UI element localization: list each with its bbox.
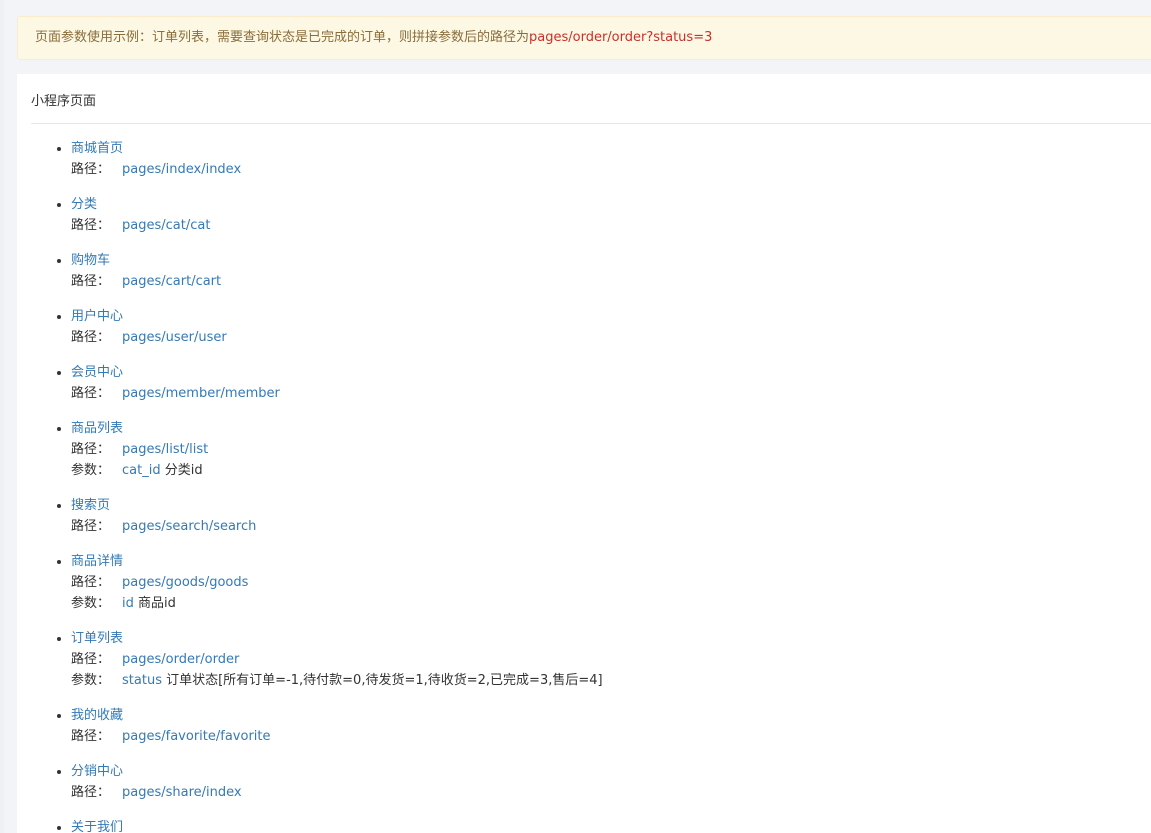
page-param-description: 商品id bbox=[138, 596, 176, 611]
page-param-row: 参数： status 订单状态[所有订单=-1,待付款=0,待发货=1,待收货=2… bbox=[71, 670, 603, 691]
page-path-row: 路径： pages/order/order bbox=[71, 649, 603, 670]
page: 页面参数使用示例：订单列表，需要查询状态是已完成的订单，则拼接参数后的路径为pa… bbox=[0, 0, 1151, 833]
page-path-value[interactable]: pages/favorite/favorite bbox=[122, 729, 270, 744]
page-path-row: 路径： pages/favorite/favorite bbox=[71, 726, 603, 747]
path-label: 路径： bbox=[71, 785, 111, 800]
page-path-value[interactable]: pages/search/search bbox=[122, 519, 256, 534]
path-label: 路径： bbox=[71, 330, 111, 345]
path-label: 路径： bbox=[71, 274, 111, 289]
page-path-value[interactable]: pages/order/order bbox=[122, 652, 239, 667]
page-param-description: 分类id bbox=[164, 463, 203, 478]
page-path-value[interactable]: pages/user/user bbox=[122, 330, 227, 345]
page-name-link[interactable]: 商品列表 bbox=[71, 418, 603, 439]
path-label: 路径： bbox=[71, 442, 111, 457]
page-path-row: 路径： pages/user/user bbox=[71, 327, 603, 348]
page-name-link[interactable]: 分类 bbox=[71, 194, 603, 215]
usage-notice: 页面参数使用示例：订单列表，需要查询状态是已完成的订单，则拼接参数后的路径为pa… bbox=[17, 16, 1151, 60]
page-param-description: 订单状态[所有订单=-1,待付款=0,待发货=1,待收货=2,已完成=3,售后=… bbox=[166, 673, 603, 688]
page-name-link[interactable]: 订单列表 bbox=[71, 628, 603, 649]
left-edge-strip bbox=[0, 0, 4, 833]
page-path-row: 路径： pages/search/search bbox=[71, 516, 603, 537]
page-list-item: 分类路径： pages/cat/cat bbox=[71, 194, 603, 236]
page-param-key[interactable]: id bbox=[122, 596, 134, 611]
panel-title: 小程序页面 bbox=[31, 94, 97, 109]
page-param-row: 参数： id 商品id bbox=[71, 593, 603, 614]
page-name-link[interactable]: 我的收藏 bbox=[71, 705, 603, 726]
pages-list: 商城首页路径：pages/index/index分类路径：pages/cat/c… bbox=[51, 138, 603, 833]
page-path-row: 路径： pages/cart/cart bbox=[71, 271, 603, 292]
page-path-value[interactable]: pages/index/index bbox=[122, 162, 241, 177]
page-path-value[interactable]: pages/goods/goods bbox=[122, 575, 248, 590]
panel-divider bbox=[31, 123, 1151, 124]
path-label: 路径： bbox=[71, 575, 111, 590]
page-list-item: 关于我们 bbox=[71, 817, 603, 833]
page-list-item: 商品列表路径： pages/list/list 参数： cat_id 分类id bbox=[71, 418, 603, 481]
page-path-value[interactable]: pages/share/index bbox=[122, 785, 242, 800]
page-param-key[interactable]: cat_id bbox=[122, 463, 161, 478]
path-label: 路径： bbox=[71, 652, 111, 667]
page-path-value[interactable]: pages/cart/cart bbox=[122, 274, 221, 289]
page-name-link[interactable]: 会员中心 bbox=[71, 362, 603, 383]
param-label: 参数： bbox=[71, 596, 111, 611]
path-label: 路径： bbox=[71, 729, 111, 744]
mini-program-pages-panel: 小程序页面 商城首页路径：pages/index/index分类路径：pages… bbox=[17, 74, 1151, 833]
page-list-item: 商品详情路径： pages/goods/goods 参数： id 商品id bbox=[71, 551, 603, 614]
path-label: 路径： bbox=[71, 162, 111, 177]
page-path-row: 路径： pages/index/index bbox=[71, 159, 603, 180]
page-path-row: 路径： pages/member/member bbox=[71, 383, 603, 404]
page-path-row: 路径： pages/list/list bbox=[71, 439, 603, 460]
page-path-value[interactable]: pages/list/list bbox=[122, 442, 208, 457]
page-list-item: 商城首页路径： pages/index/index bbox=[71, 138, 603, 180]
page-path-value[interactable]: pages/member/member bbox=[122, 386, 280, 401]
page-name-link[interactable]: 用户中心 bbox=[71, 306, 603, 327]
path-label: 路径： bbox=[71, 218, 111, 233]
page-list-item: 我的收藏路径： pages/favorite/favorite bbox=[71, 705, 603, 747]
page-name-link[interactable]: 购物车 bbox=[71, 250, 603, 271]
page-path-row: 路径： pages/cat/cat bbox=[71, 215, 603, 236]
page-name-link[interactable]: 关于我们 bbox=[71, 817, 603, 833]
page-path-value[interactable]: pages/cat/cat bbox=[122, 218, 210, 233]
page-list-item: 会员中心路径： pages/member/member bbox=[71, 362, 603, 404]
notice-example-path: pages/order/order?status=3 bbox=[529, 30, 713, 45]
page-list-item: 购物车路径： pages/cart/cart bbox=[71, 250, 603, 292]
path-label: 路径： bbox=[71, 519, 111, 534]
page-list-item: 搜索页路径： pages/search/search bbox=[71, 495, 603, 537]
page-list-item: 订单列表路径： pages/order/order 参数： status 订单状态[所… bbox=[71, 628, 603, 691]
notice-text: 页面参数使用示例：订单列表，需要查询状态是已完成的订单，则拼接参数后的路径为 bbox=[35, 30, 530, 45]
page-param-key[interactable]: status bbox=[122, 673, 162, 688]
page-param-row: 参数： cat_id 分类id bbox=[71, 460, 603, 481]
param-label: 参数： bbox=[71, 463, 111, 478]
page-path-row: 路径： pages/share/index bbox=[71, 782, 603, 803]
page-path-row: 路径： pages/goods/goods bbox=[71, 572, 603, 593]
page-name-link[interactable]: 商城首页 bbox=[71, 138, 603, 159]
param-label: 参数： bbox=[71, 673, 111, 688]
page-name-link[interactable]: 搜索页 bbox=[71, 495, 603, 516]
page-name-link[interactable]: 商品详情 bbox=[71, 551, 603, 572]
page-name-link[interactable]: 分销中心 bbox=[71, 761, 603, 782]
path-label: 路径： bbox=[71, 386, 111, 401]
page-list-item: 用户中心路径： pages/user/user bbox=[71, 306, 603, 348]
page-list-item: 分销中心路径： pages/share/index bbox=[71, 761, 603, 803]
